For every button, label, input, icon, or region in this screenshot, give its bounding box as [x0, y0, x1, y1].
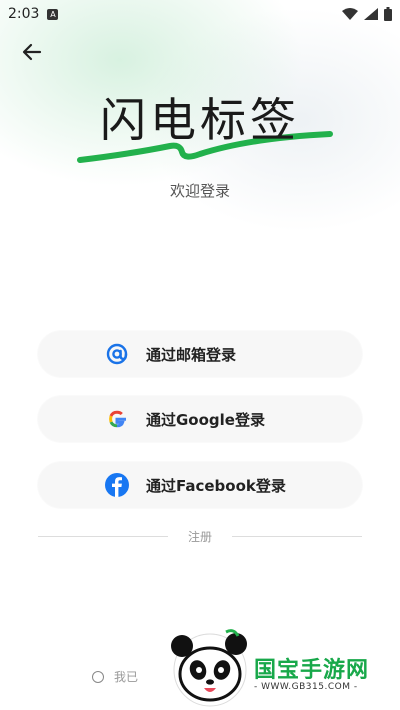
watermark-text: 国宝手游网 — [254, 658, 370, 683]
brand-title: 闪电标签 — [100, 93, 300, 147]
facebook-login-button[interactable]: 通过Facebook登录 — [38, 462, 362, 508]
wifi-icon — [342, 8, 358, 20]
register-divider: 注册 — [38, 528, 363, 545]
email-at-icon — [104, 341, 130, 367]
brand-header: 闪电标签 — [0, 80, 400, 170]
notification-icon: A — [47, 8, 59, 20]
agreement-row: 我已 — [92, 668, 138, 685]
google-login-button[interactable]: 通过Google登录 — [38, 396, 362, 442]
panda-logo-icon — [171, 629, 247, 707]
back-button[interactable] — [18, 38, 46, 66]
signal-icon — [364, 8, 378, 20]
watermark-url: - WWW.GB315.COM - — [254, 682, 358, 692]
divider-line-left — [38, 535, 168, 537]
status-bar: 2:03 A — [0, 0, 400, 28]
divider-line-right — [232, 535, 363, 537]
email-login-button[interactable]: 通过邮箱登录 — [38, 331, 362, 377]
status-time: 2:03 — [8, 6, 40, 22]
welcome-subtitle: 欢迎登录 — [169, 182, 230, 200]
arrow-left-icon — [22, 43, 42, 61]
facebook-icon — [104, 472, 130, 498]
agreement-text: 我已 — [114, 670, 139, 684]
agreement-radio[interactable] — [92, 670, 104, 683]
google-login-label: 通过Google登录 — [146, 410, 265, 429]
register-link[interactable]: 注册 — [168, 528, 232, 545]
google-icon — [104, 406, 130, 432]
battery-icon — [384, 7, 392, 21]
facebook-login-label: 通过Facebook登录 — [146, 476, 286, 495]
email-login-label: 通过邮箱登录 — [146, 345, 237, 364]
watermark: 国宝手游网 - WWW.GB315.COM - — [166, 622, 400, 710]
login-screen: 2:03 A 闪电标签 欢迎登录 通过邮箱登录 通过Google登录 通过Fac… — [0, 0, 400, 710]
